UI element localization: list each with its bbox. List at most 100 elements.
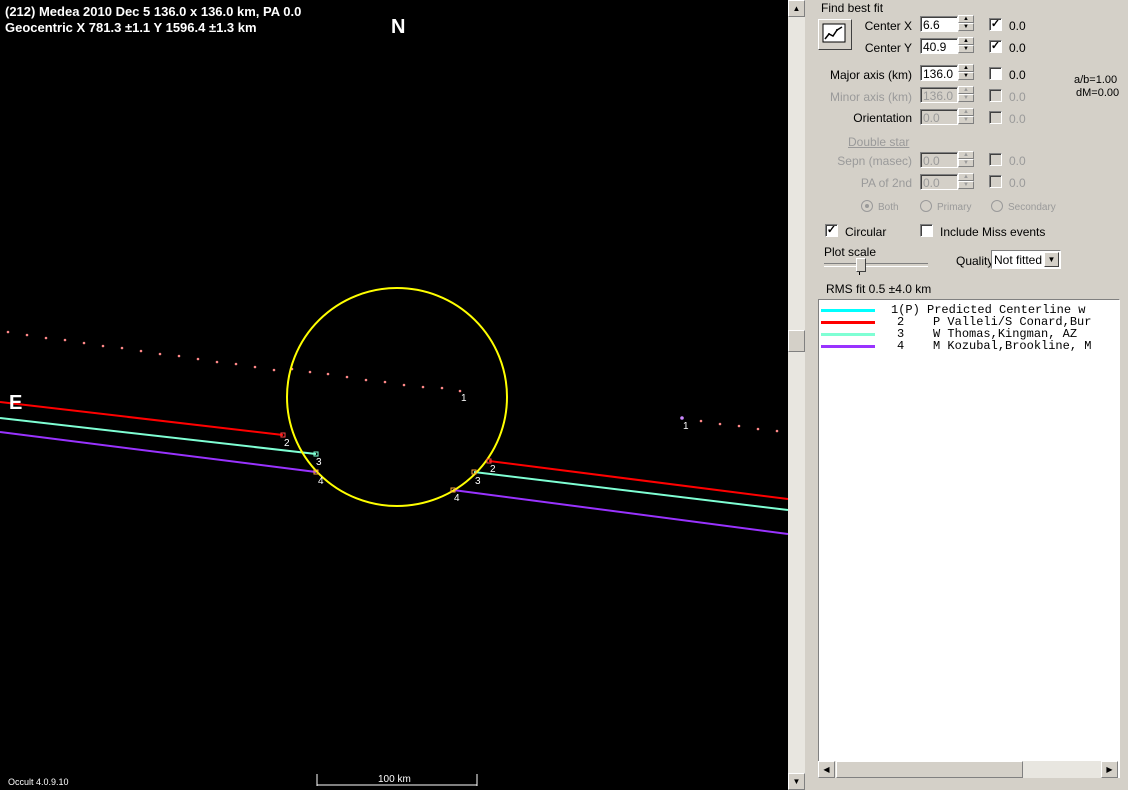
scroll-up-button[interactable]: ▲ xyxy=(788,0,805,17)
radio-primary-label: Primary xyxy=(937,202,972,213)
center-y-label: Center Y xyxy=(864,41,912,55)
pa2nd-label: PA of 2nd xyxy=(860,176,912,190)
quality-select[interactable]: Not fitted ▼ xyxy=(991,250,1061,269)
double-star-link[interactable]: Double star xyxy=(848,135,909,149)
chord-label-3a: 3 xyxy=(316,457,322,468)
find-best-fit-button[interactable] xyxy=(818,19,852,50)
pa2nd-uncert: 0.0 xyxy=(1009,176,1026,190)
legend-horizontal-scrollbar[interactable]: ◀ ▶ xyxy=(818,761,1118,778)
minor-axis-field[interactable]: 136.0 xyxy=(920,87,958,103)
legend-swatch xyxy=(821,345,875,348)
chord-label-3b: 3 xyxy=(475,476,481,487)
radio-secondary[interactable] xyxy=(991,200,1003,212)
minor-axis-uncert: 0.0 xyxy=(1009,90,1026,104)
chord-label-1a: 1 xyxy=(461,393,467,404)
include-miss-label: Include Miss events xyxy=(940,225,1046,239)
orientation-checkbox[interactable] xyxy=(989,111,1002,124)
occultation-plot: 1 1 2 2 3 3 4 4 xyxy=(0,287,788,786)
find-best-fit-title: Find best fit xyxy=(821,1,884,15)
chevron-down-icon[interactable]: ▼ xyxy=(1044,252,1059,267)
legend-swatch xyxy=(821,321,875,324)
radio-primary[interactable] xyxy=(920,200,932,212)
scroll-thumb[interactable] xyxy=(788,330,805,352)
chord-label-4a: 4 xyxy=(318,476,324,487)
fit-chart-icon xyxy=(822,23,846,43)
pa2nd-field[interactable]: 0.0 xyxy=(920,174,958,190)
sepn-label: Sepn (masec) xyxy=(837,154,912,168)
plot-title-line1: (212) Medea 2010 Dec 5 136.0 x 136.0 km,… xyxy=(5,4,302,19)
plot-scale-slider[interactable] xyxy=(824,258,929,278)
plot-scale-label: Plot scale xyxy=(824,245,877,259)
center-y-checkbox[interactable]: ✓ xyxy=(989,40,1002,53)
major-axis-field[interactable]: 136.0 xyxy=(920,65,958,81)
plot-vertical-scrollbar[interactable]: ▲ ▼ xyxy=(788,0,805,790)
pa2nd-checkbox[interactable] xyxy=(989,175,1002,188)
legend-row[interactable]: 4 M Kozubal,Brookline, M xyxy=(819,340,1119,352)
minor-axis-spinner[interactable]: ▲ ▼ xyxy=(958,86,974,104)
chord-label-2a: 2 xyxy=(284,438,290,449)
sepn-checkbox[interactable] xyxy=(989,153,1002,166)
dm-value: dM=0.00 xyxy=(1076,87,1120,99)
chord-label-2b: 2 xyxy=(490,464,496,475)
center-x-field[interactable]: 6.6 xyxy=(920,16,958,32)
legend-scroll-thumb[interactable] xyxy=(836,761,1023,778)
quality-label: Quality xyxy=(956,254,994,268)
legend-swatch xyxy=(821,309,875,312)
chord-2-left xyxy=(0,401,284,436)
chord-label-4b: 4 xyxy=(454,493,460,504)
east-label: E xyxy=(9,392,23,414)
chord-3-left xyxy=(0,417,317,455)
legend-swatch xyxy=(821,333,875,336)
slider-thumb[interactable] xyxy=(856,258,866,272)
center-y-spinner[interactable]: ▲ ▼ xyxy=(958,37,974,55)
center-x-checkbox[interactable]: ✓ xyxy=(989,18,1002,31)
center-y-uncert: 0.0 xyxy=(1009,41,1026,55)
chord-3-right xyxy=(473,471,788,511)
fitted-ellipse xyxy=(286,287,508,507)
radio-both[interactable] xyxy=(861,200,873,212)
ab-ratio: a/b=1.00 xyxy=(1074,74,1118,86)
quality-select-value: Not fitted xyxy=(994,253,1043,267)
radio-both-label: Both xyxy=(878,202,899,213)
minor-axis-label: Minor axis (km) xyxy=(829,90,912,104)
sepn-field[interactable]: 0.0 xyxy=(920,152,958,168)
major-axis-checkbox[interactable] xyxy=(989,67,1002,80)
predicted-centerline-right xyxy=(680,416,779,433)
radio-secondary-label: Secondary xyxy=(1008,202,1056,213)
slider-track xyxy=(824,263,928,267)
center-x-label: Center X xyxy=(864,19,912,33)
sepn-uncert: 0.0 xyxy=(1009,154,1026,168)
legend-text: 4 M Kozubal,Brookline, M xyxy=(897,339,1092,353)
center-y-field[interactable]: 40.9 xyxy=(920,38,958,54)
fit-panel: Find best fit Center X 6.6 ▲ ▼ ✓ 0.0 Cent… xyxy=(805,0,1128,790)
circular-label: Circular xyxy=(845,225,887,239)
chord-4-right xyxy=(452,489,788,535)
predicted-centerline-left xyxy=(6,330,462,393)
version-label: Occult 4.0.9.10 xyxy=(8,777,69,787)
orientation-field[interactable]: 0.0 xyxy=(920,109,958,125)
major-axis-label: Major axis (km) xyxy=(829,68,912,82)
sepn-spinner[interactable]: ▲ ▼ xyxy=(958,151,974,169)
plot-title-line2: Geocentric X 781.3 ±1.1 Y 1596.4 ±1.3 km xyxy=(5,20,257,35)
major-axis-spinner[interactable]: ▲ ▼ xyxy=(958,64,974,82)
minor-axis-checkbox[interactable] xyxy=(989,89,1002,102)
pa2nd-spinner[interactable]: ▲ ▼ xyxy=(958,173,974,191)
north-label: N xyxy=(391,16,406,38)
include-miss-checkbox[interactable] xyxy=(920,224,933,237)
orientation-label: Orientation xyxy=(853,111,912,125)
circular-checkbox[interactable]: ✓ xyxy=(825,224,838,237)
orientation-uncert: 0.0 xyxy=(1009,112,1026,126)
chord-legend-list[interactable]: 1(P) Predicted Centerline w 2 P Valleli/… xyxy=(818,299,1120,778)
slider-tick xyxy=(859,272,860,275)
scale-label: 100 km xyxy=(378,774,411,785)
plot-area[interactable]: 1 1 2 2 3 3 4 4 (212) Medea 2010 Dec 5 1… xyxy=(0,0,788,790)
chord-4-left xyxy=(0,431,317,473)
rms-fit: RMS fit 0.5 ±4.0 km xyxy=(826,282,932,296)
scroll-right-button[interactable]: ▶ xyxy=(1101,761,1118,778)
chord-label-1b: 1 xyxy=(683,421,689,432)
scroll-left-button[interactable]: ◀ xyxy=(818,761,835,778)
center-x-spinner[interactable]: ▲ ▼ xyxy=(958,15,974,33)
scroll-down-button[interactable]: ▼ xyxy=(788,773,805,790)
orientation-spinner[interactable]: ▲ ▼ xyxy=(958,108,974,126)
center-x-uncert: 0.0 xyxy=(1009,19,1026,33)
